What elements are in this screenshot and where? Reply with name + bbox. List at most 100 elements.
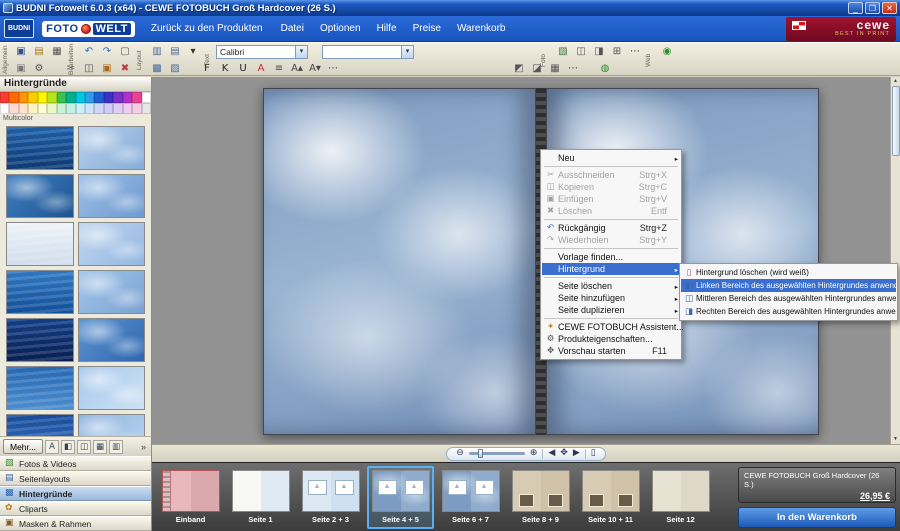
color-swatch[interactable] (76, 92, 85, 103)
color-swatch[interactable] (57, 92, 66, 103)
zoom-slider-handle[interactable] (478, 449, 483, 458)
thumb-seite-12[interactable]: Seite 12 (647, 466, 714, 529)
menu-item[interactable]: Datei (281, 23, 304, 34)
menu-item[interactable]: Warenkorb (457, 23, 506, 34)
photo-icon[interactable]: ▧ (554, 44, 572, 59)
expand-panel-button[interactable]: » (141, 442, 148, 452)
submenu-apply-middle-region[interactable]: ◫ Mittleren Bereich des ausgewählten Hin… (681, 292, 896, 305)
color-swatch[interactable] (132, 103, 141, 114)
print-icon[interactable]: ▦ (48, 44, 66, 59)
zoom-in-icon[interactable]: ⊕ (530, 449, 538, 458)
thumb-seite-4-5[interactable]: Seite 4 + 5 (367, 466, 434, 529)
new-page-icon[interactable]: ▢ (116, 44, 134, 59)
color-swatch[interactable] (94, 92, 103, 103)
settings-icon[interactable]: ⚙ (30, 61, 48, 76)
context-menu-item[interactable]: ⚙ Produkteigenschaften... (542, 333, 680, 345)
maximize-button[interactable]: ❐ (865, 2, 880, 14)
bg-pale-texture[interactable] (6, 222, 74, 266)
editor-canvas[interactable]: ▲ ▼ Neu ▸ (152, 77, 900, 444)
page-left[interactable] (263, 88, 536, 435)
collage-icon[interactable]: ⊞ (608, 44, 626, 59)
toolbar-icon[interactable] (48, 61, 62, 76)
bg-light-sky[interactable] (78, 366, 146, 410)
submenu-apply-left-region[interactable]: ◧ Linken Bereich des ausgewählten Hinter… (681, 279, 896, 292)
color-swatch[interactable] (142, 103, 151, 114)
layout-grid-icon[interactable]: ▥ (148, 44, 166, 59)
color-swatch[interactable] (123, 92, 132, 103)
thumb-einband[interactable]: Einband (157, 466, 224, 529)
scroll-up-icon[interactable]: ▲ (893, 77, 898, 86)
more-button[interactable]: Mehr... (3, 439, 43, 454)
menu-item[interactable]: Optionen (320, 23, 361, 34)
color-swatch[interactable] (38, 92, 47, 103)
web-upload-icon[interactable]: ◍ (596, 61, 614, 76)
undo-icon[interactable]: ↶ (80, 44, 98, 59)
tab-seitenlayouts[interactable]: ▤ Seitenlayouts (0, 471, 151, 486)
align-button[interactable]: ≡ (270, 61, 288, 76)
color-swatch[interactable] (123, 103, 132, 114)
tab-fotos-videos[interactable]: ▧ Fotos & Videos (0, 456, 151, 471)
view-single-icon[interactable]: ◫ (77, 440, 91, 454)
color-swatch[interactable] (104, 103, 113, 114)
copy-icon[interactable]: ◫ (80, 61, 98, 76)
next-page-icon[interactable]: ▶ (573, 449, 580, 458)
photo-row-more-icon[interactable]: ⋯ (626, 44, 644, 59)
context-menu-item[interactable]: Hintergrund ▸ (542, 263, 680, 275)
bg-ocean[interactable] (6, 366, 74, 410)
context-menu-item[interactable]: ✖ Löschen Entf (542, 205, 680, 217)
menu-item[interactable]: Preise (413, 23, 441, 34)
open-icon[interactable]: ▤ (30, 44, 48, 59)
color-swatch[interactable] (47, 92, 56, 103)
color-swatch[interactable] (76, 103, 85, 114)
color-swatch[interactable] (113, 92, 122, 103)
save-as-icon[interactable]: ▣ (12, 61, 30, 76)
minimize-button[interactable]: _ (848, 2, 863, 14)
spread-view-icon[interactable]: ▯ (591, 449, 596, 458)
color-swatch[interactable] (28, 92, 37, 103)
context-menu-item[interactable]: Seite hinzufügen ▸ (542, 292, 680, 304)
layout-more-icon[interactable]: ▾ (184, 44, 202, 59)
bg-dark-water[interactable] (6, 126, 74, 170)
mask-icon[interactable]: ◨ (590, 44, 608, 59)
thumb-seite-1[interactable]: Seite 1 (227, 466, 294, 529)
bg-hazy-sky[interactable] (78, 270, 146, 314)
color-swatch[interactable] (104, 92, 113, 103)
tab-hintergruende[interactable]: ▩ Hintergründe (0, 486, 151, 501)
style-select[interactable] (322, 45, 414, 59)
tab-cliparts[interactable]: ✿ Cliparts (0, 501, 151, 516)
bg-waterdrop[interactable] (6, 270, 74, 314)
color-swatch[interactable] (47, 103, 56, 114)
color-swatch[interactable] (0, 92, 9, 103)
bg-powder[interactable] (78, 414, 146, 436)
context-menu-item[interactable]: ↶ Rückgängig Strg+Z (542, 222, 680, 234)
font-select[interactable]: Calibri (216, 45, 308, 59)
view-double-icon[interactable]: ▦ (93, 440, 107, 454)
web-icon[interactable]: ◉ (658, 44, 676, 59)
thumb-seite-8-9[interactable]: Seite 8 + 9 (507, 466, 574, 529)
color-swatch[interactable] (85, 103, 94, 114)
color-swatch[interactable] (38, 103, 47, 114)
color-swatch[interactable] (142, 92, 151, 103)
scroll-down-icon[interactable]: ▼ (893, 435, 898, 444)
add-to-cart-button[interactable]: In den Warenkorb (738, 507, 896, 528)
bg-blue-clouds[interactable] (6, 174, 74, 218)
color-swatch[interactable] (9, 103, 18, 114)
menu-item[interactable]: Hilfe (377, 23, 397, 34)
context-menu-item[interactable]: ◫ Kopieren Strg+C (542, 181, 680, 193)
toolbar-icon[interactable] (184, 61, 198, 76)
toolbar-icon[interactable] (342, 61, 482, 76)
bg-deep-blue[interactable] (6, 318, 74, 362)
color-swatch[interactable] (19, 92, 28, 103)
toolbar-icon[interactable] (414, 44, 554, 59)
color-swatch[interactable] (113, 103, 122, 114)
color-fill-icon[interactable]: ◧ (61, 440, 75, 454)
thumb-seite-10-11[interactable]: Seite 10 + 11 (577, 466, 644, 529)
text-style-icon[interactable]: A (45, 440, 59, 454)
font-size-down-button[interactable]: A▾ (306, 61, 324, 76)
thumb-seite-6-7[interactable]: Seite 6 + 7 (437, 466, 504, 529)
color-swatch[interactable] (28, 103, 37, 114)
distribute-icon[interactable]: ▨ (166, 61, 184, 76)
delete-icon[interactable]: ✖ (116, 61, 134, 76)
thumb-seite-2-3[interactable]: Seite 2 + 3 (297, 466, 364, 529)
fit-view-icon[interactable]: ✥ (560, 449, 568, 458)
